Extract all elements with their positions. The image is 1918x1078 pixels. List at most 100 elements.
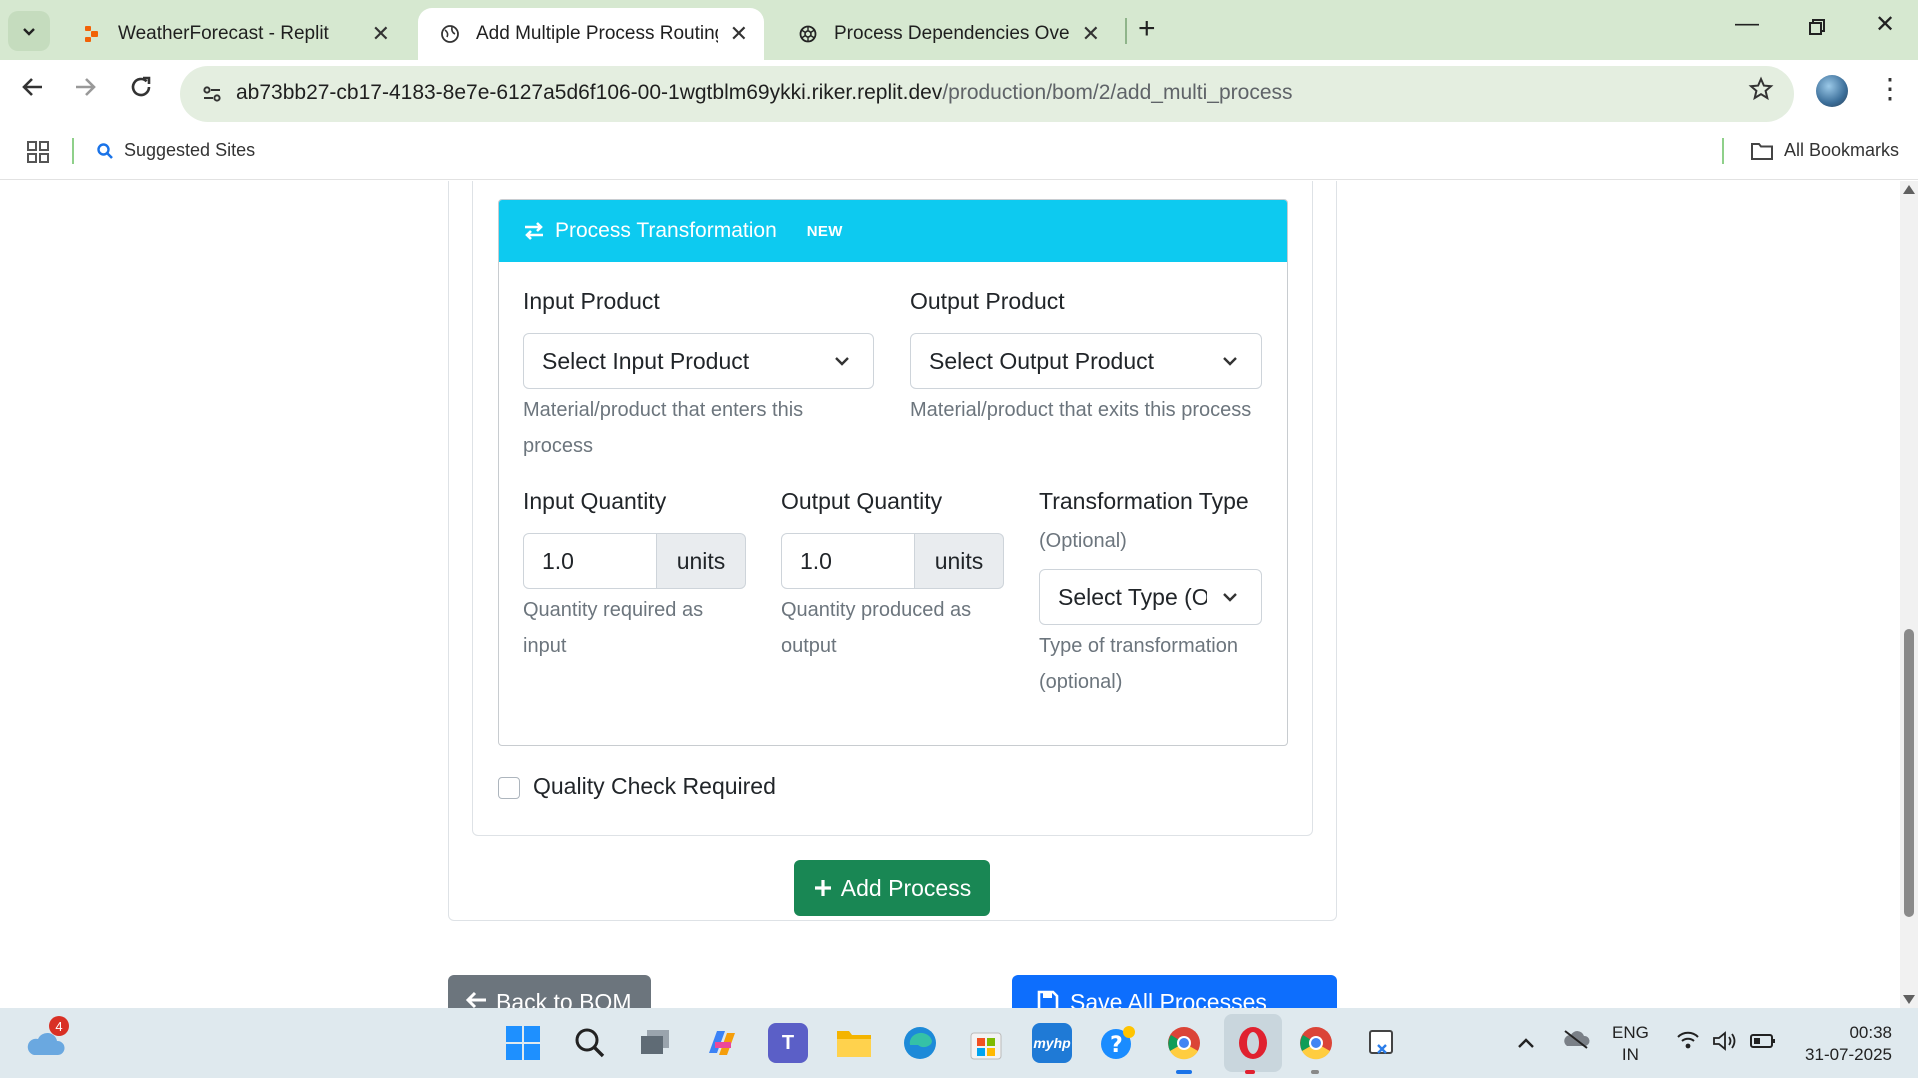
wifi-icon[interactable] (1676, 1030, 1700, 1056)
tab-add-multiple-process-routing[interactable]: Add Multiple Process Routing - ✕ (418, 8, 764, 60)
transformation-type-optional-label: (Optional) (1039, 530, 1127, 552)
volume-icon[interactable] (1712, 1030, 1738, 1058)
microsoft-store-icon[interactable] (966, 1023, 1006, 1063)
reload-icon[interactable] (128, 74, 154, 107)
search-icon (97, 142, 113, 159)
input-product-select[interactable]: Select Input Product (523, 333, 874, 389)
button-label: Add Process (840, 874, 972, 901)
exchange-arrows-icon (523, 221, 545, 241)
output-quantity-label: Output Quantity (781, 488, 943, 514)
apps-grid-icon[interactable] (26, 140, 50, 169)
site-info-icon[interactable] (196, 78, 228, 110)
input-quantity-field[interactable]: 1.0 (523, 533, 657, 589)
onedrive-icon[interactable] (1562, 1028, 1590, 1056)
snipping-tool-icon[interactable] (1362, 1023, 1402, 1063)
taskbar-clock[interactable]: 00:38 31-07-2025 (1790, 1022, 1892, 1066)
url-host: ab73bb27-cb17-4183-8e7e-6127a5d6f106-00-… (236, 81, 943, 104)
bookmark-separator (1722, 138, 1724, 164)
url-text: ab73bb27-cb17-4183-8e7e-6127a5d6f106-00-… (236, 81, 1293, 105)
browser-toolbar: ab73bb27-cb17-4183-8e7e-6127a5d6f106-00-… (0, 60, 1918, 128)
chrome-icon[interactable] (1164, 1023, 1204, 1063)
output-quantity-group: 1.0 units (781, 533, 1004, 589)
input-language-indicator[interactable]: ENG IN (1612, 1022, 1649, 1066)
scroll-thumb[interactable] (1904, 629, 1914, 917)
copilot-icon[interactable] (702, 1023, 742, 1063)
arrow-left-icon (465, 991, 486, 1008)
clock-date: 31-07-2025 (1805, 1045, 1892, 1064)
windows-taskbar: 4 T myhp ? ENG IN 00:38 31-07-2025 (0, 1008, 1918, 1078)
back-to-bom-button[interactable]: Back to BOM (448, 975, 651, 1008)
bookmark-suggested-sites[interactable]: Suggested Sites (96, 140, 255, 161)
teams-icon[interactable]: T (768, 1023, 808, 1063)
output-product-select[interactable]: Select Output Product (910, 333, 1262, 389)
close-tab-icon[interactable]: ✕ (730, 21, 748, 47)
active-app-indicator (1245, 1070, 1255, 1074)
more-menu-icon[interactable]: ⋮ (1876, 72, 1904, 105)
chevron-down-icon (1223, 357, 1237, 366)
transformation-type-select[interactable]: Select Type (Optional) (1039, 569, 1262, 625)
get-help-icon[interactable]: ? (1098, 1023, 1138, 1063)
myhp-icon[interactable]: myhp (1032, 1023, 1072, 1063)
input-product-label: Input Product (523, 288, 660, 314)
chevron-down-icon (1223, 593, 1237, 602)
chrome-icon[interactable] (1296, 1023, 1336, 1063)
scroll-up-arrow-icon[interactable] (1903, 185, 1915, 194)
close-tab-icon[interactable]: ✕ (1082, 21, 1100, 47)
output-quantity-field[interactable]: 1.0 (781, 533, 915, 589)
file-explorer-icon[interactable] (834, 1023, 874, 1063)
app-indicator (1311, 1070, 1319, 1074)
scroll-down-arrow-icon[interactable] (1903, 995, 1915, 1004)
close-window-icon[interactable]: ✕ (1860, 10, 1910, 39)
bookmark-label: All Bookmarks (1784, 140, 1900, 160)
quality-check-label[interactable]: Quality Check Required (533, 773, 776, 800)
minimize-icon[interactable]: — (1722, 10, 1772, 38)
tab-title: Process Dependencies Overview (834, 23, 1070, 44)
transformation-type-label: Transformation Type (1039, 488, 1249, 514)
forward-arrow-icon[interactable] (72, 74, 98, 107)
edge-icon[interactable] (900, 1023, 940, 1063)
bookmark-separator (72, 138, 74, 164)
back-arrow-icon[interactable] (20, 74, 46, 107)
save-icon (1037, 990, 1059, 1008)
output-quantity-unit: units (915, 533, 1004, 589)
quality-check-checkbox[interactable] (498, 777, 520, 799)
task-view-icon[interactable] (636, 1023, 676, 1063)
search-icon[interactable] (570, 1023, 610, 1063)
profile-avatar[interactable] (1816, 75, 1848, 107)
save-all-processes-button[interactable]: Save All Processes (1012, 975, 1337, 1008)
show-hidden-icons-chevron-icon[interactable] (1516, 1030, 1536, 1056)
all-bookmarks-button[interactable]: All Bookmarks (1750, 140, 1899, 161)
globe-icon (440, 24, 460, 44)
battery-icon[interactable] (1750, 1030, 1776, 1056)
windows-start-icon[interactable] (503, 1023, 543, 1063)
tab-search-button[interactable] (8, 11, 50, 51)
address-bar[interactable]: ab73bb27-cb17-4183-8e7e-6127a5d6f106-00-… (180, 66, 1794, 122)
input-quantity-help: Quantity required as input (523, 599, 704, 657)
section-title: Process Transformation (555, 219, 777, 242)
tab-process-dependencies-overview[interactable]: Process Dependencies Overview ✕ (776, 8, 1116, 60)
plus-icon (814, 880, 831, 896)
opera-icon[interactable] (1224, 1014, 1282, 1072)
close-tab-icon[interactable]: ✕ (372, 21, 390, 47)
openai-icon (798, 24, 818, 44)
new-badge: NEW (806, 222, 843, 240)
page-scrollbar[interactable] (1900, 181, 1918, 1008)
notification-badge: 4 (49, 1016, 69, 1036)
process-transformation-header: Process Transformation NEW (499, 200, 1287, 262)
output-product-help: Material/product that exits this process (910, 399, 1252, 421)
bookmark-star-icon[interactable] (1748, 76, 1774, 109)
tab-title: WeatherForecast - Replit (118, 23, 329, 44)
add-process-button[interactable]: Add Process (794, 860, 990, 916)
output-product-label: Output Product (910, 288, 1065, 314)
button-label: Save All Processes (1070, 989, 1267, 1008)
region-code: IN (1621, 1045, 1639, 1064)
select-value: Select Type (Optional) (1058, 583, 1207, 610)
replit-icon (82, 24, 102, 44)
input-quantity-label: Input Quantity (523, 488, 667, 514)
tab-weatherforecast[interactable]: WeatherForecast - Replit ✕ (60, 8, 406, 60)
restore-icon[interactable] (1792, 10, 1842, 43)
page-viewport: Process Transformation NEW Input Product… (0, 181, 1900, 1008)
new-tab-icon[interactable]: + (1138, 12, 1156, 46)
button-label: Back to BOM (496, 989, 632, 1008)
select-value: Select Output Product (929, 347, 1155, 374)
